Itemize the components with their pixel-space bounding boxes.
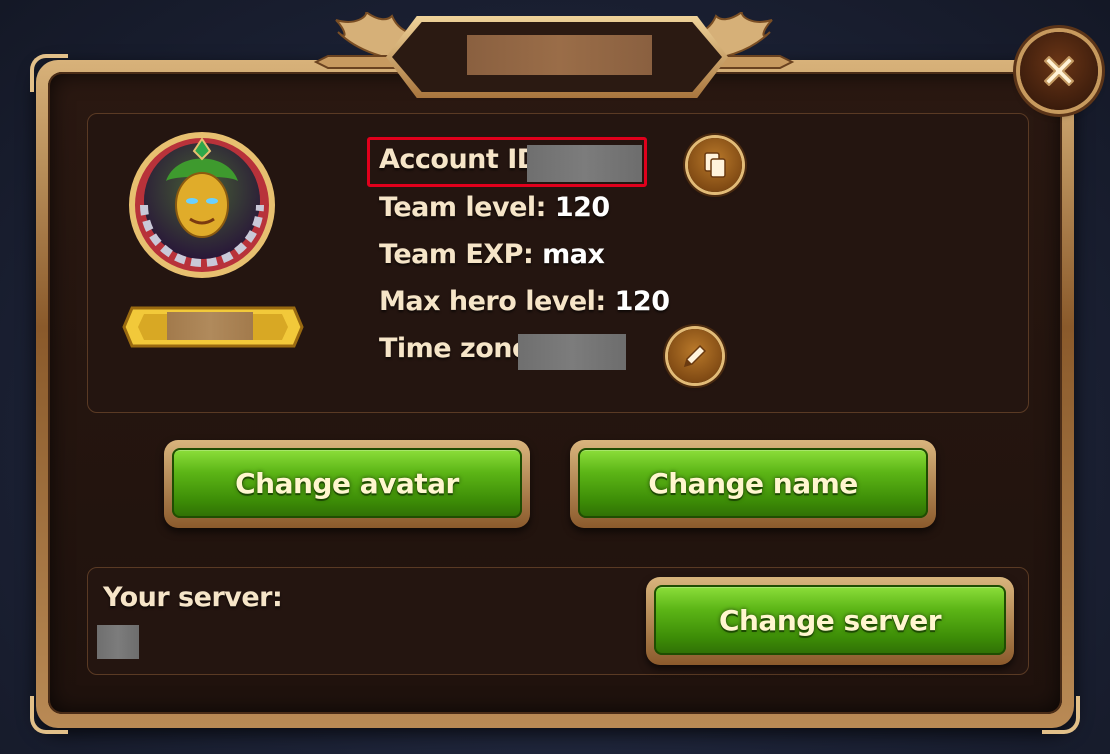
close-button[interactable] — [1020, 32, 1098, 110]
change-server-label: Change server — [718, 603, 942, 637]
max-hero-level-value: 120 — [614, 286, 670, 317]
hero-avatar[interactable] — [126, 121, 278, 281]
pencil-icon — [683, 344, 707, 368]
copy-icon — [704, 152, 726, 178]
frame-corner — [1042, 696, 1080, 734]
team-exp-row: Team EXP: max — [379, 239, 605, 270]
edit-time-zone-button[interactable] — [668, 329, 722, 383]
max-hero-level-row: Max hero level: 120 — [379, 286, 670, 317]
team-level-label: Team level: — [379, 192, 546, 223]
time-zone-redacted — [518, 334, 626, 370]
team-exp-label: Team EXP: — [379, 239, 534, 270]
time-zone-row: Time zone: — [379, 333, 541, 364]
title-redacted — [467, 35, 652, 75]
team-exp-value: max — [542, 239, 605, 270]
copy-account-id-button[interactable] — [688, 138, 742, 192]
change-server-button-face: Change server — [654, 585, 1006, 655]
frame-corner — [30, 696, 68, 734]
frame-corner — [30, 54, 68, 92]
change-name-button-face: Change name — [578, 448, 928, 518]
account-id-highlight — [367, 137, 647, 187]
change-name-label: Change name — [648, 466, 858, 500]
close-icon — [1044, 56, 1074, 86]
player-name-redacted — [167, 312, 253, 340]
server-name-redacted — [97, 625, 139, 659]
change-avatar-button[interactable]: Change avatar — [164, 440, 530, 528]
your-server-label: Your server: — [103, 582, 283, 613]
team-level-row: Team level: 120 — [379, 192, 610, 223]
change-name-button[interactable]: Change name — [570, 440, 936, 528]
change-avatar-label: Change avatar — [235, 466, 459, 500]
change-server-button[interactable]: Change server — [646, 577, 1014, 665]
change-avatar-button-face: Change avatar — [172, 448, 522, 518]
max-hero-level-label: Max hero level: — [379, 286, 606, 317]
team-level-value: 120 — [554, 192, 610, 223]
time-zone-label: Time zone: — [379, 333, 541, 364]
